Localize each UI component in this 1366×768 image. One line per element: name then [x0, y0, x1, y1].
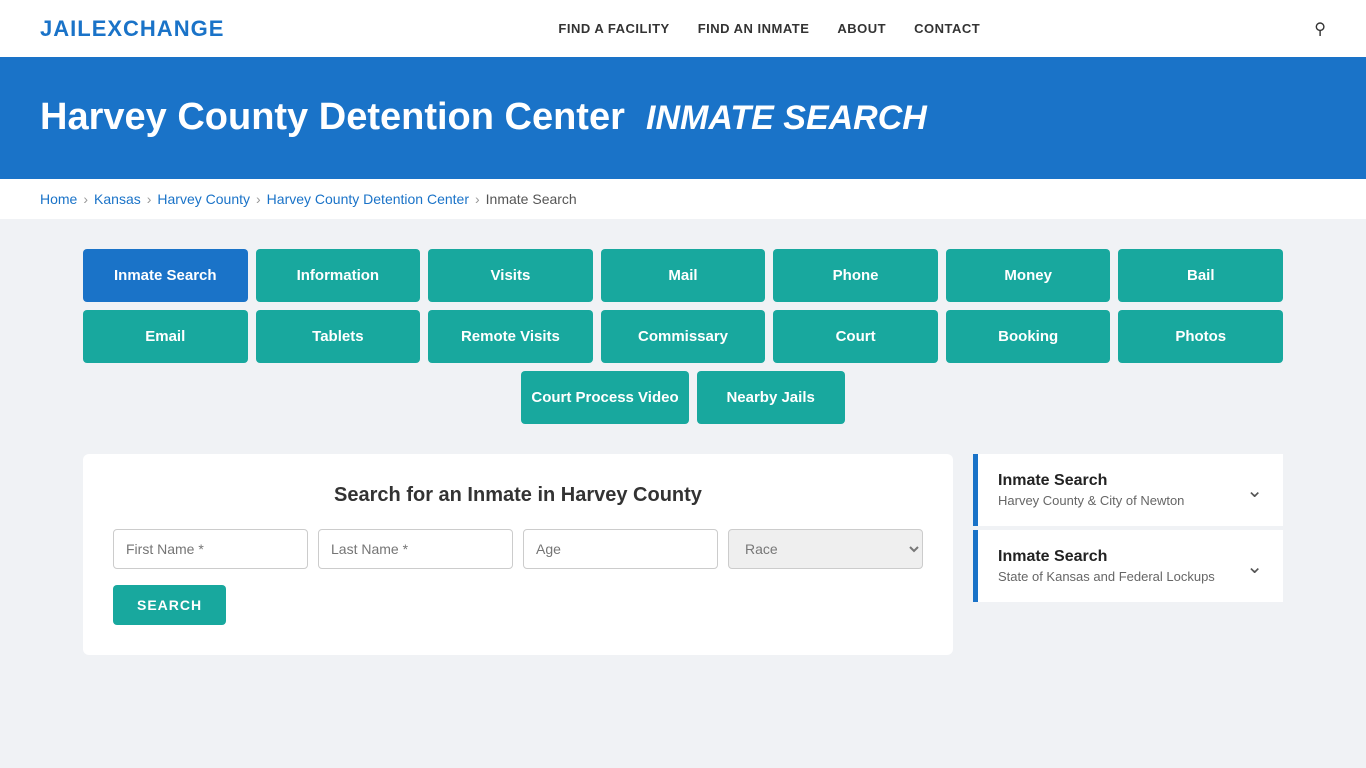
tab-booking[interactable]: Booking — [946, 310, 1111, 363]
breadcrumb-current: Inmate Search — [486, 191, 577, 207]
tab-mail[interactable]: Mail — [601, 249, 766, 302]
tabs-row1: Inmate SearchInformationVisitsMailPhoneM… — [83, 249, 1283, 302]
chevron-down-icon: ⌄ — [1246, 478, 1263, 503]
sidebar-item-text: Inmate Search Harvey County & City of Ne… — [998, 472, 1184, 508]
hero-title-emphasis: INMATE SEARCH — [646, 99, 927, 137]
tab-court-process-video[interactable]: Court Process Video — [521, 371, 688, 424]
main-sidebar: Search for an Inmate in Harvey County Ra… — [83, 454, 1283, 655]
content-wrapper: Inmate SearchInformationVisitsMailPhoneM… — [43, 219, 1323, 685]
tabs-row2: EmailTabletsRemote VisitsCommissaryCourt… — [83, 310, 1283, 363]
logo[interactable]: JAILEXCHANGE — [40, 16, 224, 42]
breadcrumb-sep: › — [256, 191, 261, 207]
hero-banner: Harvey County Detention Center INMATE SE… — [0, 60, 1366, 179]
breadcrumb: Home › Kansas › Harvey County › Harvey County … — [0, 179, 1366, 219]
logo-part1: JAIL — [40, 16, 92, 41]
hero-title: Harvey County Detention Center INMATE SE… — [40, 96, 1326, 139]
breadcrumb-sep: › — [83, 191, 88, 207]
tab-court[interactable]: Court — [773, 310, 938, 363]
sidebar-item[interactable]: Inmate Search State of Kansas and Federa… — [973, 530, 1283, 602]
sidebar-item[interactable]: Inmate Search Harvey County & City of Ne… — [973, 454, 1283, 526]
tab-nearby-jails[interactable]: Nearby Jails — [697, 371, 845, 424]
first-name-input[interactable] — [113, 529, 308, 569]
tab-visits[interactable]: Visits — [428, 249, 593, 302]
hero-title-main: Harvey County Detention Center — [40, 96, 625, 138]
race-select[interactable]: RaceWhiteBlackHispanicAsianOther — [728, 529, 923, 569]
tab-money[interactable]: Money — [946, 249, 1111, 302]
search-button[interactable]: SEARCH — [113, 585, 226, 625]
tab-phone[interactable]: Phone — [773, 249, 938, 302]
sidebar-item-subtitle: Harvey County & City of Newton — [998, 493, 1184, 508]
search-panel: Search for an Inmate in Harvey County Ra… — [83, 454, 953, 655]
age-input[interactable] — [523, 529, 718, 569]
breadcrumb-sep: › — [147, 191, 152, 207]
tab-information[interactable]: Information — [256, 249, 421, 302]
breadcrumb-link[interactable]: Home — [40, 191, 77, 207]
logo-part2-highlight: EXCHANGE — [92, 16, 225, 41]
tab-photos[interactable]: Photos — [1118, 310, 1283, 363]
sidebar: Inmate Search Harvey County & City of Ne… — [973, 454, 1283, 602]
tab-bail[interactable]: Bail — [1118, 249, 1283, 302]
tab-email[interactable]: Email — [83, 310, 248, 363]
search-icon[interactable]: ⚲ — [1314, 19, 1326, 39]
nav-link-contact[interactable]: CONTACT — [914, 21, 980, 36]
breadcrumb-link[interactable]: Kansas — [94, 191, 141, 207]
tab-tablets[interactable]: Tablets — [256, 310, 421, 363]
tab-commissary[interactable]: Commissary — [601, 310, 766, 363]
search-fields: RaceWhiteBlackHispanicAsianOther — [113, 529, 923, 569]
breadcrumb-link[interactable]: Harvey County — [157, 191, 250, 207]
sidebar-item-title: Inmate Search — [998, 472, 1184, 490]
sidebar-item-text: Inmate Search State of Kansas and Federa… — [998, 548, 1215, 584]
chevron-down-icon: ⌄ — [1246, 554, 1263, 579]
breadcrumb-sep: › — [475, 191, 480, 207]
sidebar-item-title: Inmate Search — [998, 548, 1215, 566]
tab-remote-visits[interactable]: Remote Visits — [428, 310, 593, 363]
tabs-grid: Inmate SearchInformationVisitsMailPhoneM… — [83, 249, 1283, 424]
nav-link-find-an-inmate[interactable]: FIND AN INMATE — [698, 21, 810, 36]
nav-menu: FIND A FACILITY FIND AN INMATE ABOUT CONTAC… — [558, 20, 980, 38]
breadcrumb-link[interactable]: Harvey County Detention Center — [267, 191, 469, 207]
search-panel-title: Search for an Inmate in Harvey County — [113, 484, 923, 507]
last-name-input[interactable] — [318, 529, 513, 569]
navbar: JAILEXCHANGE FIND A FACILITY FIND AN INMA… — [0, 0, 1366, 60]
nav-link-about[interactable]: ABOUT — [837, 21, 886, 36]
nav-link-find-a-facility[interactable]: FIND A FACILITY — [558, 21, 669, 36]
tab-inmate-search[interactable]: Inmate Search — [83, 249, 248, 302]
sidebar-item-subtitle: State of Kansas and Federal Lockups — [998, 569, 1215, 584]
tabs-row3: Court Process VideoNearby Jails — [83, 371, 1283, 424]
